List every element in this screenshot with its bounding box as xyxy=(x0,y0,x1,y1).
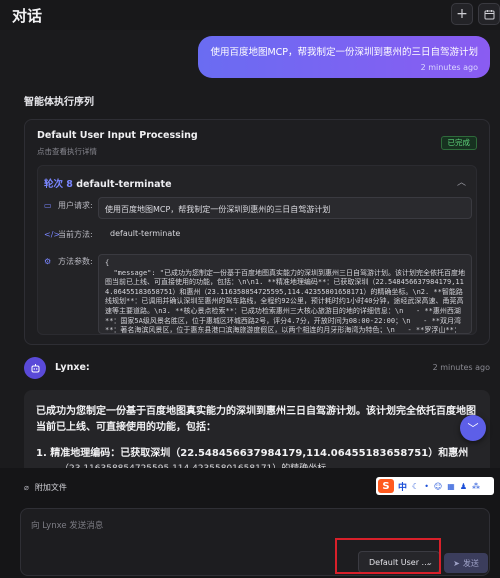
execution-step-panel[interactable]: Default User Input Processing 点击查看执行详情 已… xyxy=(24,119,490,345)
header-bar: 对话 + xyxy=(0,0,500,30)
bot-icon xyxy=(31,363,39,372)
params-row: ⚙ 方法参数: xyxy=(44,256,93,267)
history-button[interactable] xyxy=(478,3,500,25)
ime-chinese-toggle[interactable]: 中 xyxy=(398,480,407,493)
method-value: default-terminate xyxy=(110,229,181,238)
moon-icon[interactable]: ☾ xyxy=(412,482,419,491)
new-chat-button[interactable]: + xyxy=(451,3,473,25)
annotation-highlight-box xyxy=(335,538,441,574)
paperclip-icon: ⌀ xyxy=(24,483,29,492)
round-card: 轮次 8 default-terminate ︿ ▭ 用户请求: 使用百度地图M… xyxy=(37,165,477,335)
user-request-label: 用户请求: xyxy=(58,201,93,210)
round-number: 轮次 8 xyxy=(44,179,73,190)
params-value[interactable]: { "message": "已成功为您制定一份基于百度地图真实能力的深圳到惠州三… xyxy=(98,254,472,334)
grid-icon[interactable]: ⁂ xyxy=(472,482,480,491)
user-request-row: ▭ 用户请求: xyxy=(44,200,93,211)
attach-file-button[interactable]: ⌀ 附加文件 xyxy=(24,482,67,493)
emoji-icon[interactable]: ☺ xyxy=(434,482,442,491)
reply-item-1: 1. 精准地理编码：已获取深圳（22.548456637984179,114.0… xyxy=(36,448,469,459)
method-label: 当前方法: xyxy=(58,230,93,239)
params-label: 方法参数: xyxy=(58,257,93,266)
method-row: </> 当前方法: xyxy=(44,229,93,240)
code-icon: </> xyxy=(44,230,61,239)
shirt-icon[interactable]: ♟ xyxy=(460,482,467,491)
calendar-icon xyxy=(484,9,494,19)
user-message-text: 使用百度地图MCP，帮我制定一份深圳到惠州的三日自驾游计划 xyxy=(210,47,478,58)
ime-toolbar[interactable]: S 中 ☾ • ☺ ▦ ♟ ⁂ xyxy=(376,477,494,495)
reply-intro: 已成功为您制定一份基于百度地图真实能力的深圳到惠州三日自驾游计划。该计划完全依托… xyxy=(36,406,476,433)
step-subtitle[interactable]: 点击查看执行详情 xyxy=(37,146,97,157)
execution-section-title: 智能体执行序列 xyxy=(24,97,94,108)
send-label: 发送 xyxy=(462,558,479,568)
plus-icon: + xyxy=(456,6,468,22)
chat-icon: ▭ xyxy=(44,201,52,210)
chevron-up-icon[interactable]: ︿ xyxy=(457,175,466,188)
status-badge: 已完成 xyxy=(440,136,477,150)
scroll-down-button[interactable]: ﹀ xyxy=(460,415,486,441)
user-message-bubble: 使用百度地图MCP，帮我制定一份深圳到惠州的三日自驾游计划 2 minutes … xyxy=(198,36,490,78)
step-title: Default User Input Processing xyxy=(37,130,198,141)
keyboard-icon[interactable]: ▦ xyxy=(447,482,455,491)
send-icon: ➤ xyxy=(453,558,460,568)
page-title: 对话 xyxy=(12,7,43,25)
chevron-down-icon: ﹀ xyxy=(467,422,479,435)
assistant-time: 2 minutes ago xyxy=(432,363,490,372)
message-placeholder: 向 Lynxe 发送消息 xyxy=(31,521,104,531)
send-button[interactable]: ➤ 发送 xyxy=(444,553,488,573)
dot-icon[interactable]: • xyxy=(424,482,429,491)
assistant-name: Lynxe: xyxy=(55,362,90,373)
attach-label: 附加文件 xyxy=(34,483,67,492)
gear-icon: ⚙ xyxy=(44,257,52,266)
user-message-time: 2 minutes ago xyxy=(420,63,478,72)
assistant-reply: 已成功为您制定一份基于百度地图真实能力的深圳到惠州三日自驾游计划。该计划完全依托… xyxy=(24,390,490,470)
user-request-value: 使用百度地图MCP，帮我制定一份深圳到惠州的三日自驾游计划 xyxy=(98,197,472,219)
sogou-logo-icon: S xyxy=(378,479,394,493)
round-name: default-terminate xyxy=(76,179,172,190)
assistant-avatar xyxy=(24,357,46,379)
round-header[interactable]: 轮次 8 default-terminate xyxy=(44,176,172,190)
